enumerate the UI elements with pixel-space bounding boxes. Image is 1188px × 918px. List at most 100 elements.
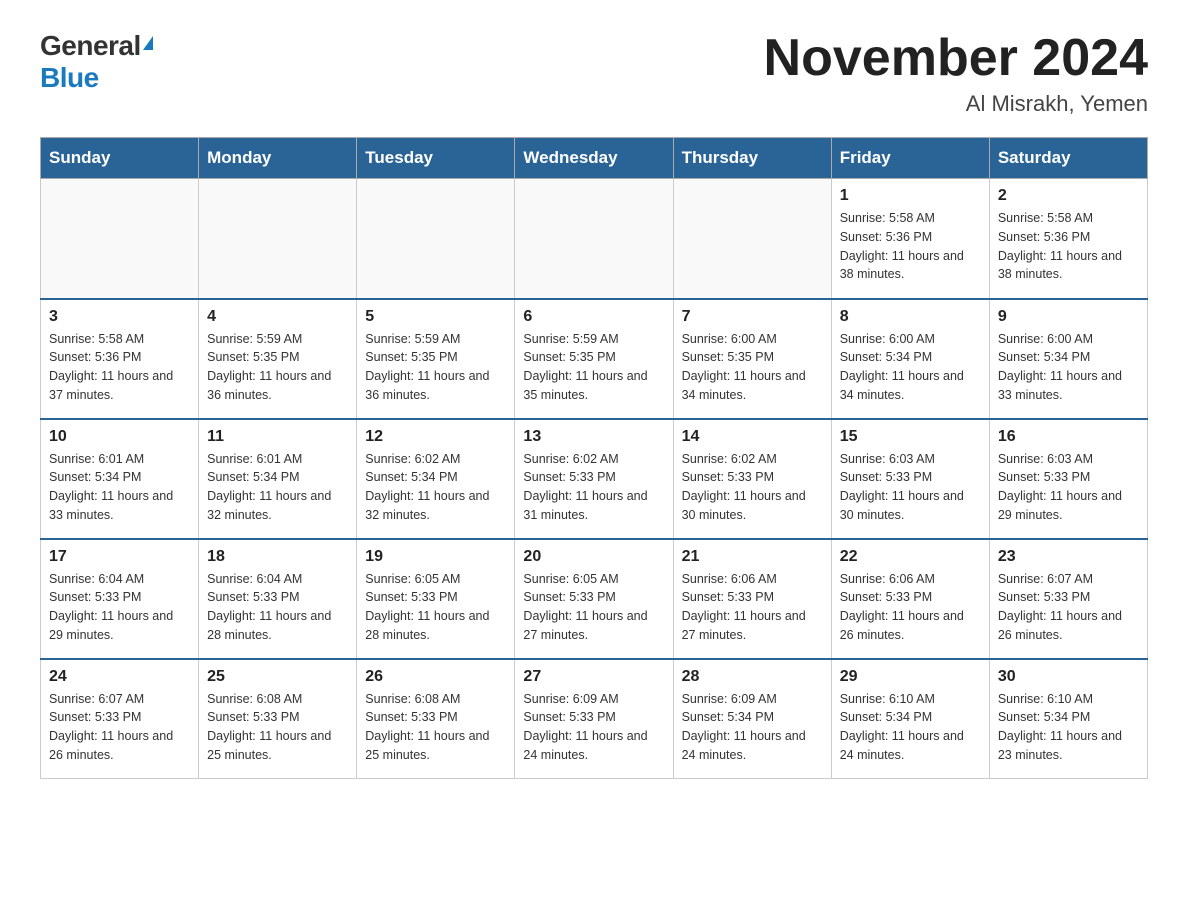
day-number: 6 (523, 308, 664, 326)
day-info: Sunrise: 6:09 AMSunset: 5:33 PMDaylight:… (523, 690, 664, 765)
calendar-cell (357, 179, 515, 299)
day-info: Sunrise: 6:06 AMSunset: 5:33 PMDaylight:… (682, 570, 823, 645)
day-number: 11 (207, 428, 348, 446)
day-number: 16 (998, 428, 1139, 446)
calendar-cell: 2Sunrise: 5:58 AMSunset: 5:36 PMDaylight… (989, 179, 1147, 299)
calendar-cell: 6 Sunrise: 5:59 AMSunset: 5:35 PMDaylight… (515, 299, 673, 419)
calendar-cell: 26 Sunrise: 6:08 AMSunset: 5:33 PMDayligh… (357, 659, 515, 779)
calendar-week-row: 24 Sunrise: 6:07 AMSunset: 5:33 PMDayligh… (41, 659, 1148, 779)
day-number: 17 (49, 548, 190, 566)
calendar-cell: 19 Sunrise: 6:05 AMSunset: 5:33 PMDayligh… (357, 539, 515, 659)
day-number: 3 (49, 308, 190, 326)
day-info: Sunrise: 6:04 AMSunset: 5:33 PMDaylight:… (49, 570, 190, 645)
day-number: 18 (207, 548, 348, 566)
day-number: 26 (365, 668, 506, 686)
calendar-cell: 16Sunrise: 6:03 AMSunset: 5:33 PMDayligh… (989, 419, 1147, 539)
day-number: 23 (998, 548, 1139, 566)
day-info: Sunrise: 6:10 AMSunset: 5:34 PMDaylight:… (840, 690, 981, 765)
calendar-cell: 8 Sunrise: 6:00 AMSunset: 5:34 PMDaylight… (831, 299, 989, 419)
day-info: Sunrise: 6:01 AMSunset: 5:34 PMDaylight:… (207, 450, 348, 525)
calendar-cell: 7Sunrise: 6:00 AMSunset: 5:35 PMDaylight… (673, 299, 831, 419)
calendar-cell: 5 Sunrise: 5:59 AMSunset: 5:35 PMDaylight… (357, 299, 515, 419)
day-number: 9 (998, 308, 1139, 326)
day-info: Sunrise: 6:10 AMSunset: 5:34 PMDaylight:… (998, 690, 1139, 765)
day-number: 15 (840, 428, 981, 446)
day-info: Sunrise: 5:59 AMSunset: 5:35 PMDaylight:… (523, 330, 664, 405)
day-info: Sunrise: 6:00 AMSunset: 5:34 PMDaylight:… (998, 330, 1139, 405)
day-info: Sunrise: 6:01 AMSunset: 5:34 PMDaylight:… (49, 450, 190, 525)
calendar-header-row: SundayMondayTuesdayWednesdayThursdayFrid… (41, 138, 1148, 179)
calendar-cell (673, 179, 831, 299)
calendar-cell: 10 Sunrise: 6:01 AMSunset: 5:34 PMDayligh… (41, 419, 199, 539)
calendar-header-wednesday: Wednesday (515, 138, 673, 179)
day-info: Sunrise: 6:00 AMSunset: 5:35 PMDaylight:… (682, 330, 823, 405)
day-info: Sunrise: 6:08 AMSunset: 5:33 PMDaylight:… (207, 690, 348, 765)
title-area: November 2024 Al Misrakh, Yemen (764, 30, 1148, 117)
day-number: 25 (207, 668, 348, 686)
day-number: 28 (682, 668, 823, 686)
calendar-cell: 22 Sunrise: 6:06 AMSunset: 5:33 PMDayligh… (831, 539, 989, 659)
day-info: Sunrise: 6:05 AMSunset: 5:33 PMDaylight:… (365, 570, 506, 645)
calendar-cell: 23 Sunrise: 6:07 AMSunset: 5:33 PMDayligh… (989, 539, 1147, 659)
calendar-table: SundayMondayTuesdayWednesdayThursdayFrid… (40, 137, 1148, 779)
calendar-cell: 25 Sunrise: 6:08 AMSunset: 5:33 PMDayligh… (199, 659, 357, 779)
day-info: Sunrise: 6:02 AMSunset: 5:34 PMDaylight:… (365, 450, 506, 525)
day-info: Sunrise: 6:07 AMSunset: 5:33 PMDaylight:… (49, 690, 190, 765)
calendar-header-monday: Monday (199, 138, 357, 179)
day-info: Sunrise: 6:03 AMSunset: 5:33 PMDaylight:… (840, 450, 981, 525)
calendar-header-friday: Friday (831, 138, 989, 179)
calendar-cell: 20Sunrise: 6:05 AMSunset: 5:33 PMDayligh… (515, 539, 673, 659)
calendar-cell: 9 Sunrise: 6:00 AMSunset: 5:34 PMDaylight… (989, 299, 1147, 419)
logo-general-text: General (40, 30, 141, 62)
logo-triangle-icon (143, 36, 153, 50)
day-info: Sunrise: 5:59 AMSunset: 5:35 PMDaylight:… (207, 330, 348, 405)
day-number: 8 (840, 308, 981, 326)
calendar-cell: 12 Sunrise: 6:02 AMSunset: 5:34 PMDayligh… (357, 419, 515, 539)
calendar-week-row: 17 Sunrise: 6:04 AMSunset: 5:33 PMDayligh… (41, 539, 1148, 659)
day-info: Sunrise: 6:09 AMSunset: 5:34 PMDaylight:… (682, 690, 823, 765)
day-info: Sunrise: 5:59 AMSunset: 5:35 PMDaylight:… (365, 330, 506, 405)
calendar-cell: 29 Sunrise: 6:10 AMSunset: 5:34 PMDayligh… (831, 659, 989, 779)
day-info: Sunrise: 6:07 AMSunset: 5:33 PMDaylight:… (998, 570, 1139, 645)
calendar-header-sunday: Sunday (41, 138, 199, 179)
day-info: Sunrise: 6:00 AMSunset: 5:34 PMDaylight:… (840, 330, 981, 405)
day-info: Sunrise: 6:02 AMSunset: 5:33 PMDaylight:… (523, 450, 664, 525)
calendar-cell: 15 Sunrise: 6:03 AMSunset: 5:33 PMDayligh… (831, 419, 989, 539)
day-number: 5 (365, 308, 506, 326)
logo: General Blue (40, 30, 153, 94)
calendar-cell: 30 Sunrise: 6:10 AMSunset: 5:34 PMDayligh… (989, 659, 1147, 779)
day-number: 13 (523, 428, 664, 446)
day-number: 21 (682, 548, 823, 566)
calendar-cell (41, 179, 199, 299)
day-number: 29 (840, 668, 981, 686)
day-number: 14 (682, 428, 823, 446)
calendar-cell: 13 Sunrise: 6:02 AMSunset: 5:33 PMDayligh… (515, 419, 673, 539)
day-info: Sunrise: 6:06 AMSunset: 5:33 PMDaylight:… (840, 570, 981, 645)
calendar-cell: 28 Sunrise: 6:09 AMSunset: 5:34 PMDayligh… (673, 659, 831, 779)
day-info: Sunrise: 6:08 AMSunset: 5:33 PMDaylight:… (365, 690, 506, 765)
day-info: Sunrise: 6:04 AMSunset: 5:33 PMDaylight:… (207, 570, 348, 645)
day-number: 10 (49, 428, 190, 446)
calendar-header-tuesday: Tuesday (357, 138, 515, 179)
day-number: 30 (998, 668, 1139, 686)
calendar-week-row: 3 Sunrise: 5:58 AMSunset: 5:36 PMDaylight… (41, 299, 1148, 419)
calendar-cell: 17 Sunrise: 6:04 AMSunset: 5:33 PMDayligh… (41, 539, 199, 659)
day-number: 4 (207, 308, 348, 326)
day-number: 20 (523, 548, 664, 566)
day-number: 12 (365, 428, 506, 446)
day-number: 22 (840, 548, 981, 566)
page-header: General Blue November 2024 Al Misrakh, Y… (40, 30, 1148, 117)
day-number: 19 (365, 548, 506, 566)
calendar-cell: 4 Sunrise: 5:59 AMSunset: 5:35 PMDaylight… (199, 299, 357, 419)
calendar-cell: 1 Sunrise: 5:58 AMSunset: 5:36 PMDaylight… (831, 179, 989, 299)
day-number: 24 (49, 668, 190, 686)
calendar-header-saturday: Saturday (989, 138, 1147, 179)
calendar-cell: 21 Sunrise: 6:06 AMSunset: 5:33 PMDayligh… (673, 539, 831, 659)
calendar-cell: 11 Sunrise: 6:01 AMSunset: 5:34 PMDayligh… (199, 419, 357, 539)
day-info: Sunrise: 5:58 AMSunset: 5:36 PMDaylight:… (49, 330, 190, 405)
calendar-week-row: 1 Sunrise: 5:58 AMSunset: 5:36 PMDaylight… (41, 179, 1148, 299)
calendar-week-row: 10 Sunrise: 6:01 AMSunset: 5:34 PMDayligh… (41, 419, 1148, 539)
calendar-cell: 24 Sunrise: 6:07 AMSunset: 5:33 PMDayligh… (41, 659, 199, 779)
day-number: 1 (840, 187, 981, 205)
day-info: Sunrise: 5:58 AMSunset: 5:36 PMDaylight:… (840, 209, 981, 284)
